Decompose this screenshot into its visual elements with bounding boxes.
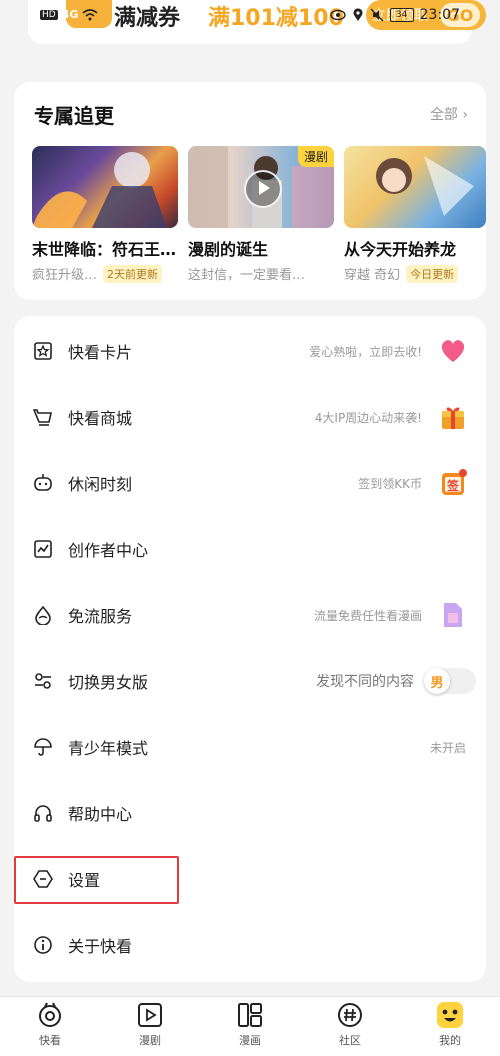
follow-item-title: 末世降临：符石王…: [32, 240, 177, 259]
follow-item[interactable]: 末世降临：符石王… 疯狂升级… 2天前更新: [32, 146, 178, 283]
menu-item-hint: 流量免费任性看漫画: [313, 608, 422, 623]
comic-cover: 漫剧: [188, 146, 334, 228]
tab-label: 快看: [39, 1034, 61, 1047]
tab-label: 漫画: [239, 1034, 261, 1047]
tab-kuaikan[interactable]: 快看: [20, 1001, 80, 1048]
play-icon[interactable]: [244, 170, 282, 208]
menu-list: 快看卡片 爱心熟啦，立即去收! 快看商城 4大IP周边心动来袭! 休闲时刻 签到…: [14, 316, 486, 982]
claim-coupon-label: 立即领取: [372, 8, 428, 24]
gamepad-icon: [32, 472, 54, 494]
tab-drama[interactable]: 漫剧: [120, 1001, 180, 1048]
menu-item-label: 青少年模式: [68, 739, 149, 758]
menu-item-teen-mode[interactable]: 青少年模式 未开启: [14, 714, 486, 780]
drama-tag: 漫剧: [297, 146, 334, 167]
menu-item-free-data[interactable]: 免流服务 流量免费任性看漫画: [14, 582, 486, 648]
cover-art: [376, 156, 474, 216]
info-icon: [32, 934, 54, 956]
follow-item-subtitle: 这封信，一定要看…: [188, 268, 306, 283]
menu-item-about[interactable]: 关于快看: [14, 912, 486, 978]
hashtag-icon: [336, 1001, 364, 1029]
profile-face-icon: [436, 1001, 464, 1029]
menu-item-creator[interactable]: 创作者中心: [14, 516, 486, 582]
gender-toggle-knob: 男: [424, 668, 450, 694]
follow-item[interactable]: 从今天开始养龙 穿越 奇幻 今日更新: [344, 146, 486, 283]
follow-section-title: 专属追更: [34, 104, 114, 128]
comic-cover: [32, 146, 178, 228]
menu-item-label: 快看商城: [68, 409, 133, 428]
tab-community[interactable]: 社区: [320, 1001, 380, 1048]
tab-label: 漫剧: [139, 1034, 161, 1047]
comic-panels-icon: [236, 1001, 264, 1029]
menu-item-label: 创作者中心: [68, 541, 149, 560]
headphones-icon: [32, 802, 54, 824]
sim-card-icon: [438, 600, 468, 630]
go-badge: GO: [440, 3, 480, 27]
checkin-badge-label: 签: [446, 479, 459, 493]
comic-cover: [344, 146, 486, 228]
menu-item-label: 快看卡片: [68, 343, 133, 362]
menu-item-label: 休闲时刻: [68, 475, 133, 494]
bottom-tab-bar: 快看 漫剧 漫画 社区 我的: [0, 996, 500, 1056]
coupon-amount: 满101减100: [208, 6, 344, 31]
menu-item-cards[interactable]: 快看卡片 爱心熟啦，立即去收!: [14, 318, 486, 384]
gender-toggle[interactable]: 男: [424, 668, 476, 694]
claim-coupon-button[interactable]: 立即领取 GO: [366, 0, 486, 30]
tab-label: 我的: [439, 1034, 461, 1047]
heart-icon: [438, 336, 468, 366]
menu-item-hint: 4大IP周边心动来袭!: [314, 410, 422, 425]
card-icon: [32, 340, 54, 362]
menu-item-shop[interactable]: 快看商城 4大IP周边心动来袭!: [14, 384, 486, 450]
menu-item-hint: 签到领KK币: [358, 476, 422, 491]
follow-item[interactable]: 漫剧 漫剧的诞生 这封信，一定要看…: [188, 146, 334, 283]
menu-item-label: 切换男女版: [68, 673, 149, 692]
menu-item-gender-switch[interactable]: 切换男女版 发现不同的内容 男: [14, 648, 486, 714]
cart-icon: [32, 406, 54, 428]
coupon-title: 满减券: [114, 6, 181, 31]
cover-art: [32, 152, 167, 228]
umbrella-icon: [32, 736, 54, 758]
update-badge: 今日更新: [406, 264, 459, 283]
menu-item-leisure[interactable]: 休闲时刻 签到领KK币 签: [14, 450, 486, 516]
gender-switch-icon: [32, 670, 54, 692]
play-square-icon: [136, 1001, 164, 1029]
menu-item-hint: 未开启: [429, 740, 466, 755]
tab-label: 社区: [339, 1034, 361, 1047]
menu-item-label: 帮助中心: [68, 805, 133, 824]
follow-item-subtitle: 穿越 奇幻: [344, 268, 401, 283]
menu-item-help[interactable]: 帮助中心: [14, 780, 486, 846]
follow-item-subtitle: 疯狂升级…: [32, 268, 98, 283]
menu-item-hint: 爱心熟啦，立即去收!: [309, 344, 422, 359]
menu-item-label: 关于快看: [68, 937, 133, 956]
tab-mine[interactable]: 我的: [420, 1001, 480, 1048]
coupon-card[interactable]: 满减券 满101减100 立即领取 GO: [28, 0, 486, 44]
gift-icon: [438, 402, 468, 432]
update-badge: 2天前更新: [103, 264, 163, 283]
follow-item-title: 漫剧的诞生: [188, 240, 269, 259]
checkin-icon: 签: [438, 468, 468, 498]
follow-section: 专属追更 全部 › 末世降临：符石王… 疯狂升级… 2天前更新 漫剧 漫剧的诞生…: [14, 82, 486, 300]
chart-icon: [32, 538, 54, 560]
drop-icon: [32, 604, 54, 626]
view-all-link[interactable]: 全部 ›: [430, 104, 468, 124]
kuaikan-icon: [36, 1001, 64, 1029]
settings-highlight-box: [14, 856, 179, 904]
menu-item-label: 免流服务: [68, 607, 133, 626]
kuaikan-logo: [66, 0, 112, 28]
menu-item-hint: 发现不同的内容: [316, 674, 414, 690]
follow-item-title: 从今天开始养龙: [344, 240, 457, 259]
tab-comics[interactable]: 漫画: [220, 1001, 280, 1048]
